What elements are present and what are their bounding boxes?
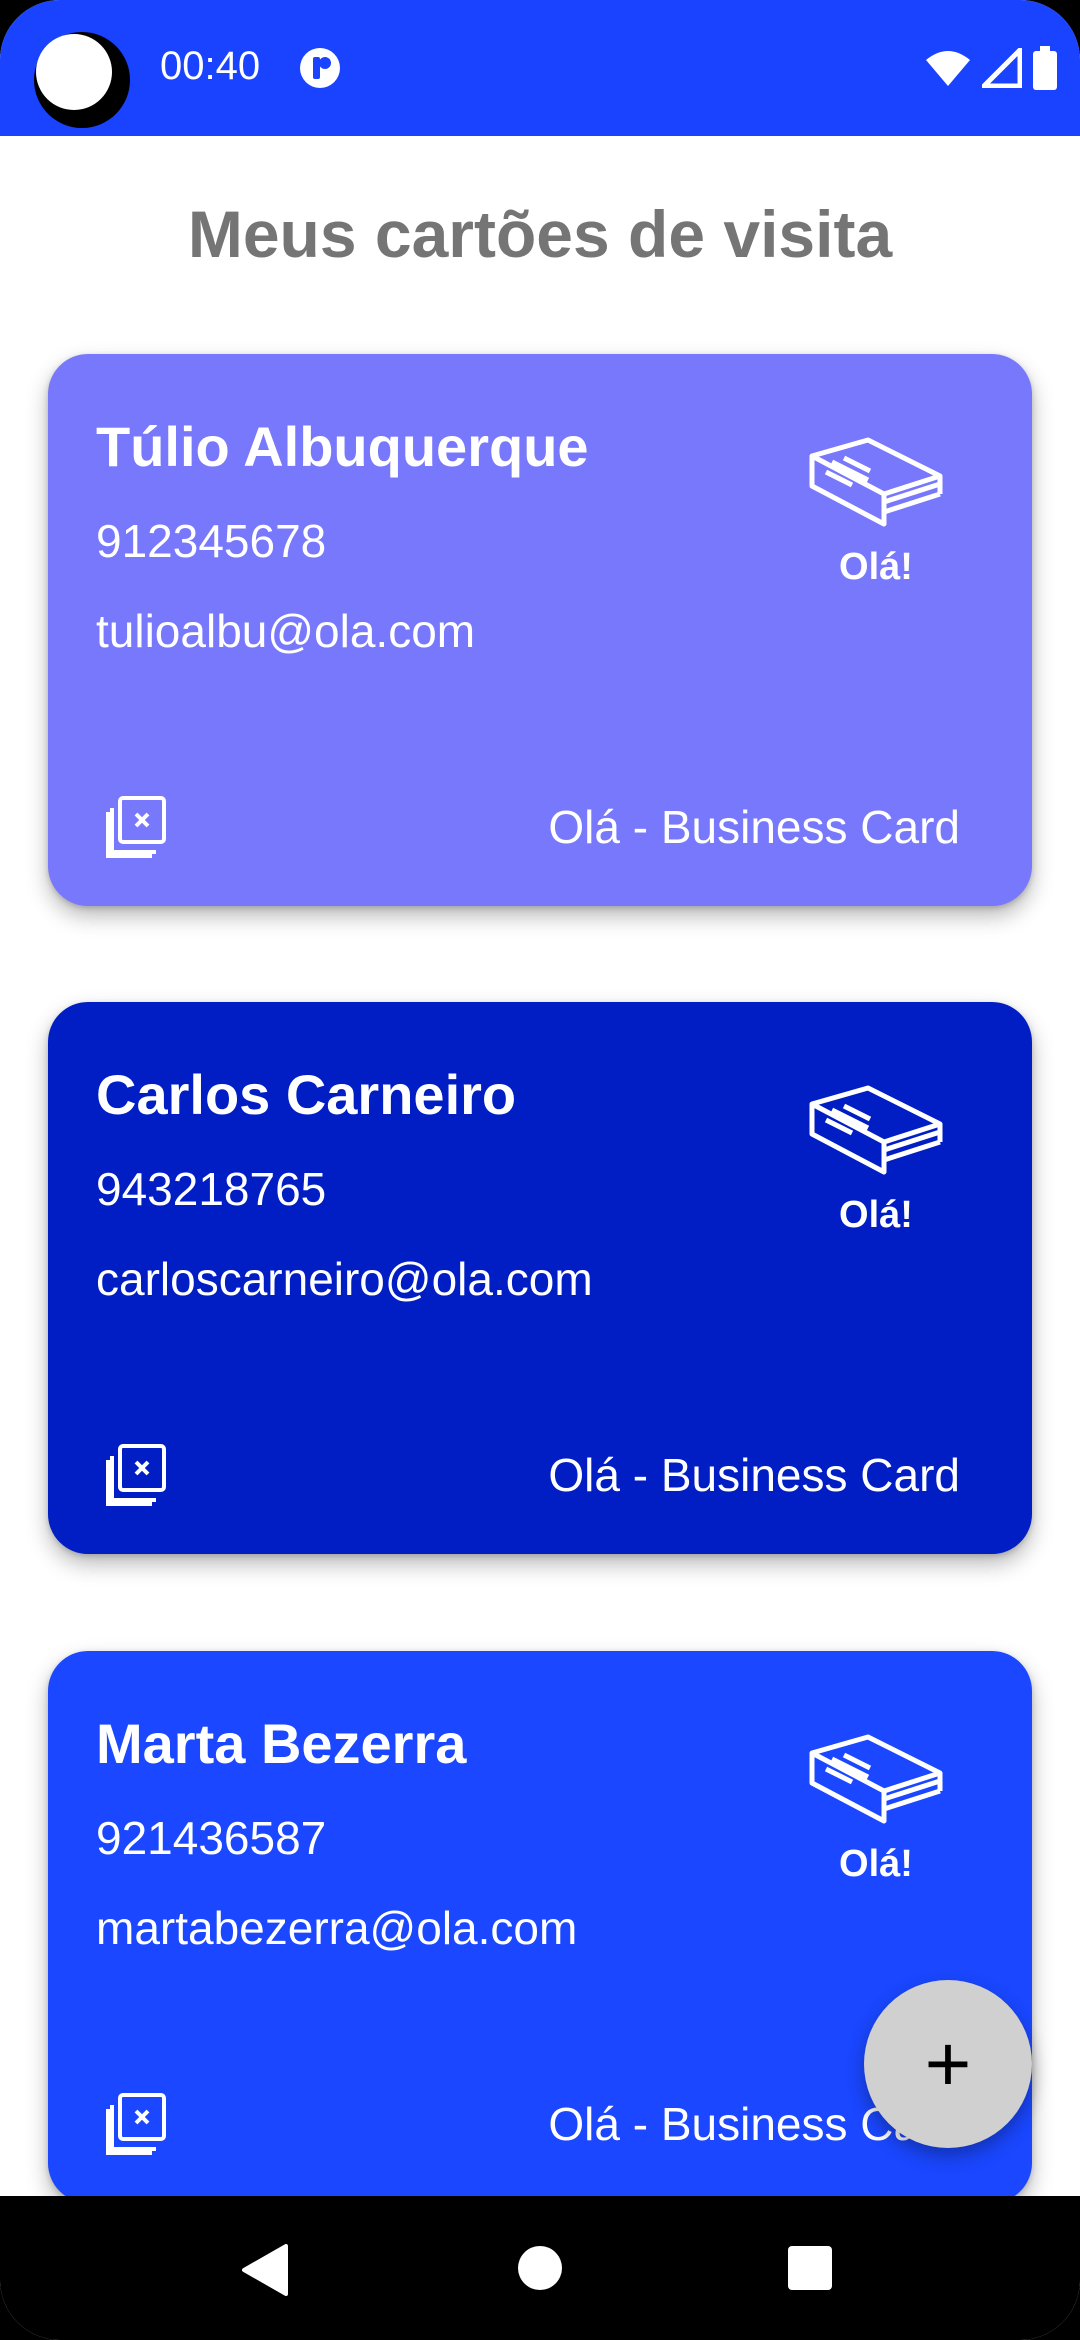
battery-icon [1033,46,1057,90]
copy-icon[interactable] [104,1442,168,1506]
card-email: carloscarneiro@ola.com [96,1253,593,1305]
card-name: Túlio Albuquerque [96,415,589,478]
back-icon[interactable] [240,2244,290,2296]
copy-icon[interactable] [104,794,168,858]
business-cards-logo-icon [809,437,943,527]
recents-icon[interactable] [788,2246,832,2290]
card-logo-text: Olá! [839,546,913,588]
business-card[interactable]: Túlio Albuquerque 912345678 tulioalbu@ol… [48,354,1032,906]
card-phone: 943218765 [96,1163,327,1215]
business-card[interactable]: Carlos Carneiro 943218765 carloscarneiro… [48,1002,1032,1554]
card-name: Carlos Carneiro [96,1063,517,1126]
card-footer: Olá - Business Card [548,801,960,853]
card-logo-text: Olá! [839,1843,913,1885]
card-email: martabezerra@ola.com [96,1902,578,1954]
status-bar: 00:40 [0,0,1080,136]
navigation-bar [0,2196,1080,2340]
business-cards-logo-icon [809,1085,943,1175]
copy-icon[interactable] [104,2091,168,2155]
business-cards-logo-icon [809,1734,943,1824]
business-card[interactable]: Marta Bezerra 921436587 martabezerra@ola… [48,1651,1032,2203]
card-phone: 912345678 [96,515,327,567]
cell-signal-icon [982,48,1022,88]
screen: 00:40 Meus cartões de visita Túlio Albuq… [0,0,1080,2340]
home-icon[interactable] [518,2246,562,2290]
wifi-icon [926,51,970,86]
card-logo-text: Olá! [839,1194,913,1236]
page-title: Meus cartões de visita [187,197,893,271]
status-icons [924,44,1058,92]
card-footer: Olá - Business Card [548,1449,960,1501]
status-time: 00:40 [160,44,261,88]
card-phone: 921436587 [96,1812,327,1864]
add-card-button[interactable]: + [864,1980,1032,2148]
camera-cutout [34,32,130,128]
plus-icon: + [924,2019,972,2108]
card-name: Marta Bezerra [96,1712,467,1775]
card-email: tulioalbu@ola.com [96,605,476,657]
app-notification-icon [300,48,340,88]
